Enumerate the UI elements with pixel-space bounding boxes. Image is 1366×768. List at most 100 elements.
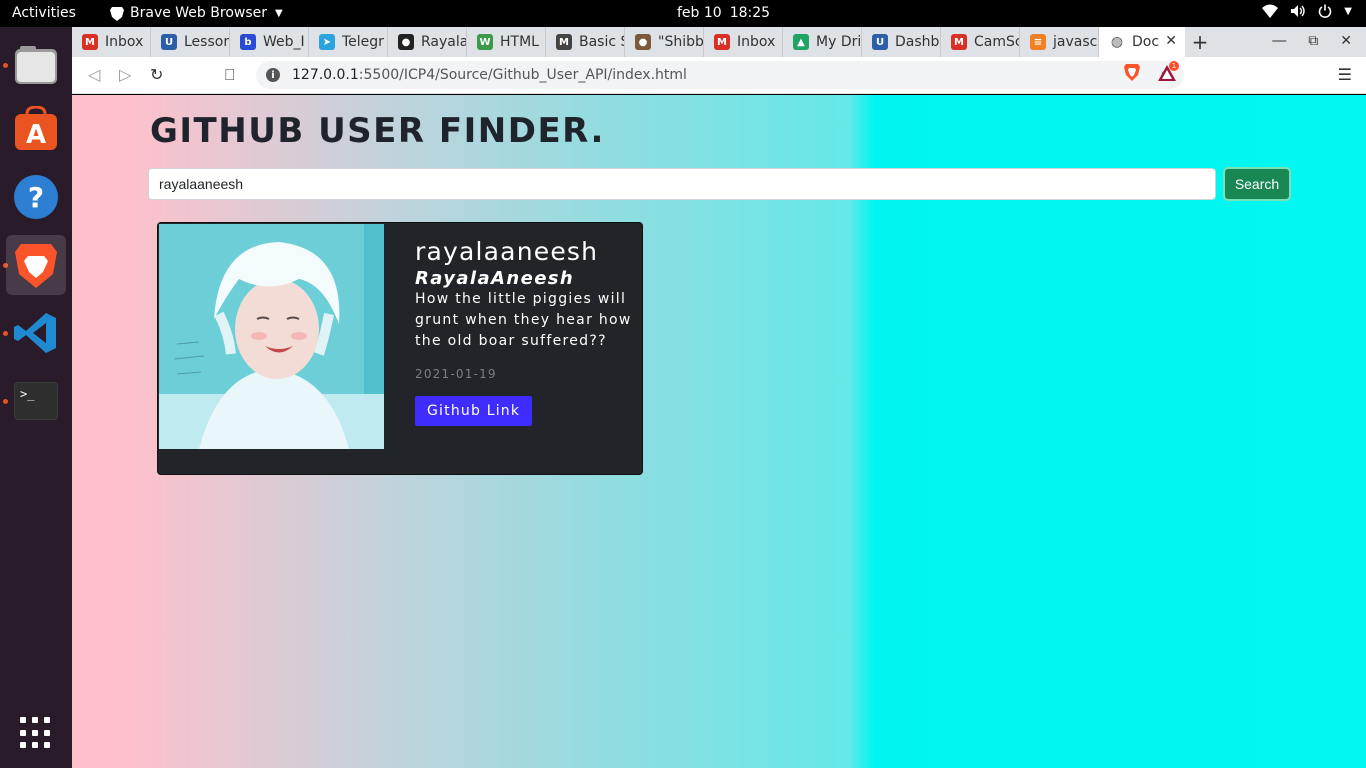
tab[interactable]: U Dashb	[862, 27, 941, 57]
minimize-button[interactable]: ―	[1272, 33, 1286, 49]
drive-icon: ▲	[793, 34, 809, 50]
tab[interactable]: M Inbox	[704, 27, 783, 57]
brave-shields-icon[interactable]	[1124, 63, 1140, 81]
tab-label: Rayala	[421, 34, 467, 50]
gmail-icon: M	[82, 34, 98, 50]
tab-label: My Dri	[816, 34, 862, 50]
umkc-icon: U	[872, 34, 888, 50]
tab[interactable]: M CamSc	[941, 27, 1020, 57]
tab-label: HTML	[500, 34, 539, 50]
user-bio: How the little piggies will grunt when t…	[415, 291, 632, 349]
tab-label: javasc	[1053, 34, 1098, 50]
browser-window: M Inbox U Lessor b Web_I ➤ Telegr ● Rayala W HTML M B…	[72, 27, 1366, 768]
user-login: rayalaaneesh	[415, 237, 599, 266]
bookmark-button[interactable]: ⎕	[225, 65, 235, 85]
app-menu[interactable]: Brave Web Browser ▼	[110, 5, 283, 21]
svg-text:>_: >_	[20, 387, 35, 401]
tab-label: Web_I	[263, 34, 305, 50]
rewards-badge: 1	[1169, 61, 1179, 71]
user-card: rayalaaneesh RayalaAneesh How the little…	[157, 222, 643, 475]
new-tab-button[interactable]: +	[1185, 30, 1215, 54]
chevron-down-icon: ▼	[1344, 5, 1352, 17]
brave-icon[interactable]	[6, 235, 66, 295]
volume-icon	[1291, 5, 1305, 17]
tab-label: "Shibb	[658, 34, 704, 50]
address-bar[interactable]: i 127.0.0.1:5500/ICP4/Source/Github_User…	[256, 61, 1184, 89]
nav-bar: ◁ ▷ ↻ ⎕ i 127.0.0.1:5500/ICP4/Source/Git…	[72, 57, 1366, 94]
github-link-button[interactable]: Github Link	[415, 396, 533, 426]
tab[interactable]: W HTML	[467, 27, 546, 57]
search-input[interactable]	[148, 168, 1216, 200]
tab-label: Telegr	[342, 34, 384, 50]
user-created-date: 2021-01-19	[415, 367, 497, 381]
github-icon: ●	[398, 34, 414, 50]
activities-button[interactable]: Activities	[12, 5, 76, 21]
tab[interactable]: ● Rayala	[388, 27, 467, 57]
user-avatar	[159, 224, 384, 449]
web-page: GITHUB USER FINDER. Search	[72, 95, 1366, 768]
tab[interactable]: b Web_I	[230, 27, 309, 57]
show-apps-icon[interactable]	[20, 717, 52, 749]
tab[interactable]: ≡ javasc	[1020, 27, 1099, 57]
close-icon[interactable]: ✕	[1165, 33, 1177, 49]
app-name: Brave Web Browser	[130, 5, 267, 21]
vscode-icon[interactable]	[6, 303, 66, 363]
terminal-icon[interactable]: >_	[6, 371, 66, 431]
url-path: :5500/ICP4/Source/Github_User_API/index.…	[358, 67, 687, 83]
tab[interactable]: ● "Shibb	[625, 27, 704, 57]
tab[interactable]: ➤ Telegr	[309, 27, 388, 57]
search-button[interactable]: Search	[1223, 167, 1291, 201]
tab-strip: M Inbox U Lessor b Web_I ➤ Telegr ● Rayala W HTML M B…	[72, 27, 1366, 57]
clock-time: 18:25	[729, 5, 771, 21]
back-button[interactable]: ◁	[88, 65, 100, 84]
globe-icon: ◍	[1110, 34, 1124, 50]
w3schools-icon: W	[477, 34, 493, 50]
avatar-icon: ●	[635, 34, 651, 50]
box-icon: b	[240, 34, 256, 50]
reload-button[interactable]: ↻	[150, 65, 163, 84]
tab-label: Dashb	[895, 34, 940, 50]
tab-active[interactable]: ◍ Doc ✕	[1099, 27, 1185, 57]
wifi-icon	[1262, 4, 1279, 18]
tab[interactable]: M Inbox	[72, 27, 151, 57]
status-area[interactable]: ▼	[1262, 4, 1352, 18]
umkc-icon: U	[161, 34, 177, 50]
tab-label: Inbox	[737, 34, 776, 50]
clock[interactable]: feb 10 18:25	[677, 5, 778, 21]
info-icon[interactable]: i	[266, 68, 280, 82]
tab[interactable]: ▲ My Dri	[783, 27, 862, 57]
dock: A ? >_	[0, 27, 72, 768]
tab[interactable]: U Lessor	[151, 27, 230, 57]
tab-label: Lessor	[184, 34, 230, 50]
files-icon[interactable]	[6, 35, 66, 95]
tab-label: Basic S	[579, 34, 625, 50]
page-title: GITHUB USER FINDER.	[150, 111, 605, 151]
software-icon[interactable]: A	[6, 99, 66, 159]
close-window-button[interactable]: ✕	[1340, 33, 1352, 49]
tab-label: Inbox	[105, 34, 144, 50]
svg-text:?: ?	[28, 181, 44, 214]
clock-date: feb 10	[677, 5, 722, 21]
system-top-bar: Activities Brave Web Browser ▼ feb 10 18:…	[0, 0, 1366, 27]
window-controls: ― ⧉ ✕	[1272, 33, 1352, 49]
brave-rewards-icon[interactable]: 1	[1158, 61, 1179, 85]
markdown-icon: M	[556, 34, 572, 50]
tab[interactable]: M Basic S	[546, 27, 625, 57]
maximize-button[interactable]: ⧉	[1308, 33, 1318, 49]
url-host: 127.0.0.1	[292, 67, 359, 83]
help-icon[interactable]: ?	[6, 167, 66, 227]
menu-button[interactable]: ☰	[1338, 65, 1352, 84]
svg-text:A: A	[26, 120, 46, 150]
power-icon	[1319, 4, 1332, 18]
gmail-icon: M	[714, 34, 730, 50]
tab-label: Doc	[1132, 34, 1160, 50]
user-details: rayalaaneesh RayalaAneesh How the little…	[415, 237, 635, 426]
chevron-down-icon: ▼	[275, 7, 283, 19]
user-name: RayalaAneesh	[415, 268, 575, 289]
forward-button[interactable]: ▷	[119, 65, 131, 84]
telegram-icon: ➤	[319, 34, 335, 50]
tab-label: CamSc	[974, 34, 1020, 50]
brave-lion-icon	[110, 6, 124, 21]
stackoverflow-icon: ≡	[1030, 34, 1046, 50]
gmail-icon: M	[951, 34, 967, 50]
